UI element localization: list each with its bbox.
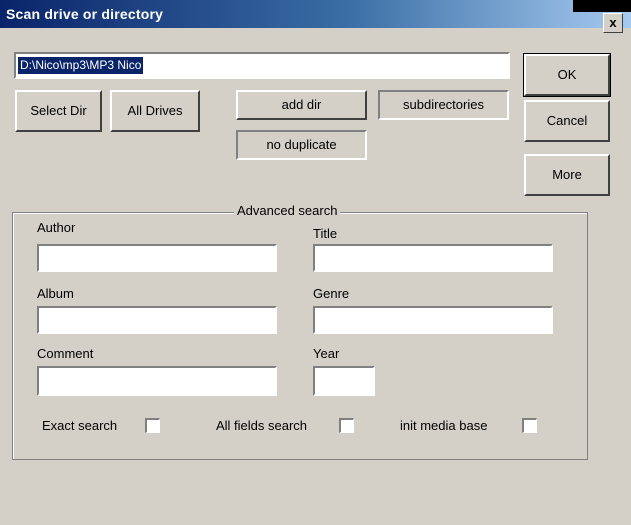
window-title: Scan drive or directory bbox=[6, 6, 164, 22]
year-input[interactable] bbox=[313, 366, 375, 396]
close-icon: x bbox=[609, 15, 617, 30]
select-dir-button[interactable]: Select Dir bbox=[15, 90, 102, 132]
path-input-value: D:\Nico\mp3\MP3 Nico bbox=[18, 57, 144, 74]
title-label: Title bbox=[313, 226, 338, 241]
init-media-base-checkbox[interactable] bbox=[522, 418, 537, 433]
album-label: Album bbox=[37, 286, 74, 301]
init-media-base-label: init media base bbox=[400, 418, 488, 433]
title-bar-artifact bbox=[573, 0, 631, 12]
album-input[interactable] bbox=[37, 306, 277, 334]
advanced-search-legend: Advanced search bbox=[234, 203, 341, 218]
select-dir-label: Select Dir bbox=[30, 103, 87, 118]
ok-label: OK bbox=[557, 67, 577, 82]
all-drives-button[interactable]: All Drives bbox=[110, 90, 200, 132]
all-fields-search-label: All fields search bbox=[216, 418, 308, 433]
all-drives-label: All Drives bbox=[127, 103, 183, 118]
cancel-button[interactable]: Cancel bbox=[524, 100, 610, 142]
subdirectories-toggle[interactable]: subdirectories bbox=[378, 90, 509, 120]
author-input[interactable] bbox=[37, 244, 277, 272]
title-bar: Scan drive or directory bbox=[0, 0, 631, 28]
ok-button[interactable]: OK bbox=[523, 53, 611, 97]
cancel-label: Cancel bbox=[546, 113, 588, 128]
genre-label: Genre bbox=[313, 286, 350, 301]
comment-label: Comment bbox=[37, 346, 94, 361]
close-button[interactable]: x bbox=[603, 13, 623, 33]
no-duplicate-label: no duplicate bbox=[266, 137, 337, 152]
exact-search-checkbox[interactable] bbox=[145, 418, 160, 433]
path-input[interactable]: D:\Nico\mp3\MP3 Nico bbox=[14, 52, 510, 79]
add-dir-label: add dir bbox=[281, 97, 322, 112]
genre-input[interactable] bbox=[313, 306, 553, 334]
subdirectories-label: subdirectories bbox=[403, 97, 484, 112]
exact-search-label: Exact search bbox=[42, 418, 118, 433]
year-label: Year bbox=[313, 346, 340, 361]
comment-input[interactable] bbox=[37, 366, 277, 396]
add-dir-button[interactable]: add dir bbox=[236, 90, 367, 120]
all-fields-search-checkbox[interactable] bbox=[339, 418, 354, 433]
title-input[interactable] bbox=[313, 244, 553, 272]
author-label: Author bbox=[37, 220, 76, 235]
more-button[interactable]: More bbox=[524, 154, 610, 196]
more-label: More bbox=[552, 167, 582, 182]
no-duplicate-toggle[interactable]: no duplicate bbox=[236, 130, 367, 160]
